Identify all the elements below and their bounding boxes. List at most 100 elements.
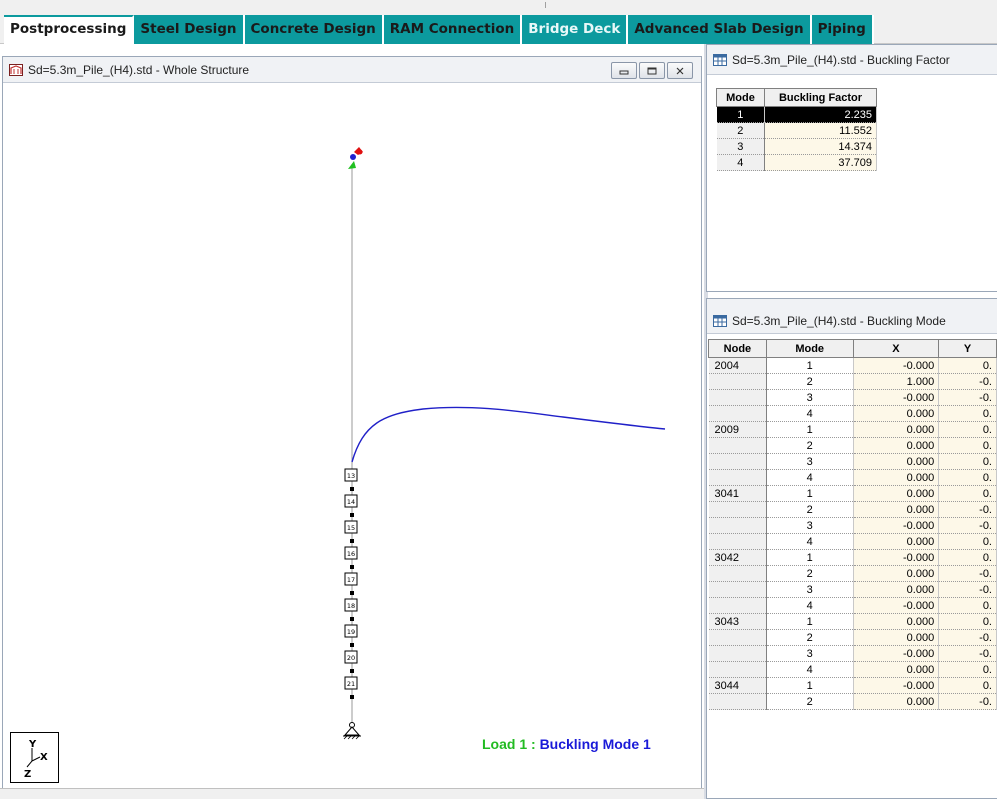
minimize-button[interactable]: [611, 62, 637, 79]
y-displacement-cell: -0.: [938, 629, 997, 646]
column-header-buckling-factor[interactable]: Buckling Factor: [764, 88, 877, 107]
structure-viewport[interactable]: 13 14 15 16 17 18 19 20 21: [3, 84, 701, 789]
load-case-label: Load 1 : Buckling Mode 1: [482, 736, 651, 752]
x-displacement-cell: -0.000: [853, 389, 940, 406]
y-displacement-cell: -0.: [938, 501, 997, 518]
table-row[interactable]: 2004 1 -0.000 0.: [708, 357, 997, 374]
node-label: 14: [347, 498, 355, 506]
close-button[interactable]: [667, 62, 693, 79]
table-row[interactable]: 2 0.000 -0.: [708, 629, 997, 646]
table-row[interactable]: 2 11.552: [716, 122, 877, 139]
window-title-bar[interactable]: Sd=5.3m_Pile_(H4).std - Buckling Mode: [707, 299, 997, 334]
page-tabs: Postprocessing Steel Design Concrete Des…: [4, 15, 874, 44]
table-row[interactable]: 2 0.000 -0.: [708, 565, 997, 582]
node-cell: [708, 517, 767, 534]
node-cell: 3041: [708, 485, 767, 502]
table-row[interactable]: 2009 1 0.000 0.: [708, 421, 997, 438]
x-displacement-cell: -0.000: [853, 677, 940, 694]
table-row[interactable]: 3 14.374: [716, 138, 877, 155]
node-cell: [708, 501, 767, 518]
pinned-support-icon: [343, 722, 361, 740]
table-row[interactable]: 3042 1 -0.000 0.: [708, 549, 997, 566]
buckling-mode-rows: 2004 1 -0.000 0. 2 1.000 -0. 3 -0.000 -0. 4 0.000 0.…: [708, 357, 997, 710]
mode-cell: 4: [766, 469, 854, 486]
node-cell: [708, 661, 767, 678]
mode-cell: 3: [766, 645, 854, 662]
mode-cell: 3: [716, 138, 765, 155]
column-header-y[interactable]: Y: [938, 339, 997, 358]
tab-ram-connection[interactable]: RAM Connection: [383, 15, 523, 44]
x-displacement-cell: 0.000: [853, 421, 940, 438]
restore-button[interactable]: [639, 62, 665, 79]
mode-cell: 4: [716, 154, 765, 171]
mode-cell: 1: [766, 549, 854, 566]
tab-advanced-slab-design[interactable]: Advanced Slab Design: [628, 15, 812, 44]
table-row[interactable]: 4 0.000 0.: [708, 533, 997, 550]
node-cell: [708, 437, 767, 454]
table-row[interactable]: 2 0.000 -0.: [708, 501, 997, 518]
window-controls: [611, 62, 693, 79]
axis-triad-icon: Y X Z: [24, 739, 48, 780]
structure-view-icon: [9, 63, 23, 76]
x-displacement-cell: 0.000: [853, 533, 940, 550]
tab-concrete-design[interactable]: Concrete Design: [244, 15, 384, 44]
y-displacement-cell: -0.: [938, 581, 997, 598]
x-displacement-cell: 0.000: [853, 613, 940, 630]
table-row[interactable]: 4 0.000 0.: [708, 405, 997, 422]
node-cell: [708, 405, 767, 422]
y-displacement-cell: 0.: [938, 613, 997, 630]
column-header-x[interactable]: X: [852, 339, 940, 358]
table-row[interactable]: 3044 1 -0.000 0.: [708, 677, 997, 694]
y-displacement-cell: -0.: [938, 517, 997, 534]
mode-cell: 2: [766, 501, 854, 518]
node-cell: [708, 597, 767, 614]
column-header-mode[interactable]: Mode: [716, 88, 765, 107]
y-displacement-cell: 0.: [938, 661, 997, 678]
table-row[interactable]: 3 -0.000 -0.: [708, 645, 997, 662]
factor-cell: 37.709: [764, 154, 877, 171]
table-row[interactable]: 3 0.000 0.: [708, 453, 997, 470]
mode-cell: 3: [766, 517, 854, 534]
window-title-bar[interactable]: Sd=5.3m_Pile_(H4).std - Buckling Factor: [707, 45, 997, 75]
minimize-icon: [619, 70, 629, 74]
mode-cell: 1: [716, 106, 765, 123]
table-row[interactable]: 4 -0.000 0.: [708, 597, 997, 614]
table-row[interactable]: 2 1.000 -0.: [708, 373, 997, 390]
axis-z-label: Z: [24, 769, 31, 780]
table-row[interactable]: 4 37.709: [716, 154, 877, 171]
table-row[interactable]: 2 0.000 -0.: [708, 693, 997, 710]
tab-piping[interactable]: Piping: [811, 15, 874, 44]
mode-cell: 4: [766, 597, 854, 614]
node-cell: 3043: [708, 613, 767, 630]
load-label: Load 1 :: [482, 736, 540, 752]
tab-steel-design[interactable]: Steel Design: [134, 15, 245, 44]
table-row[interactable]: 1 2.235: [716, 106, 877, 123]
x-displacement-cell: -0.000: [853, 645, 940, 662]
table-row[interactable]: 4 0.000 0.: [708, 469, 997, 486]
tab-bridge-deck[interactable]: Bridge Deck: [522, 15, 629, 44]
buckling-factor-window: Sd=5.3m_Pile_(H4).std - Buckling Factor …: [706, 44, 997, 292]
mode-cell: 1: [766, 357, 854, 374]
factor-cell: 11.552: [764, 122, 877, 139]
table-row[interactable]: 3 0.000 -0.: [708, 581, 997, 598]
node-cell: 3044: [708, 677, 767, 694]
mode-label: Buckling Mode 1: [539, 736, 651, 752]
buckling-factor-table: Mode Buckling Factor 1 2.235 2 11.552 3 …: [716, 88, 877, 171]
node-cell: 3042: [708, 549, 767, 566]
table-row[interactable]: 3 -0.000 -0.: [708, 389, 997, 406]
y-displacement-cell: 0.: [938, 421, 997, 438]
tab-postprocessing[interactable]: Postprocessing: [4, 15, 135, 44]
table-row[interactable]: 3043 1 0.000 0.: [708, 613, 997, 630]
window-title-bar[interactable]: Sd=5.3m_Pile_(H4).std - Whole Structure: [3, 57, 701, 83]
column-header-mode[interactable]: Mode: [765, 339, 854, 358]
y-displacement-cell: -0.: [938, 565, 997, 582]
restore-icon: [647, 67, 657, 74]
table-row[interactable]: 4 0.000 0.: [708, 661, 997, 678]
y-displacement-cell: 0.: [938, 357, 997, 374]
mode-cell: 3: [766, 453, 854, 470]
table-row[interactable]: 3 -0.000 -0.: [708, 517, 997, 534]
x-displacement-cell: 0.000: [853, 485, 940, 502]
column-header-node[interactable]: Node: [708, 339, 767, 358]
table-row[interactable]: 3041 1 0.000 0.: [708, 485, 997, 502]
table-row[interactable]: 2 0.000 0.: [708, 437, 997, 454]
